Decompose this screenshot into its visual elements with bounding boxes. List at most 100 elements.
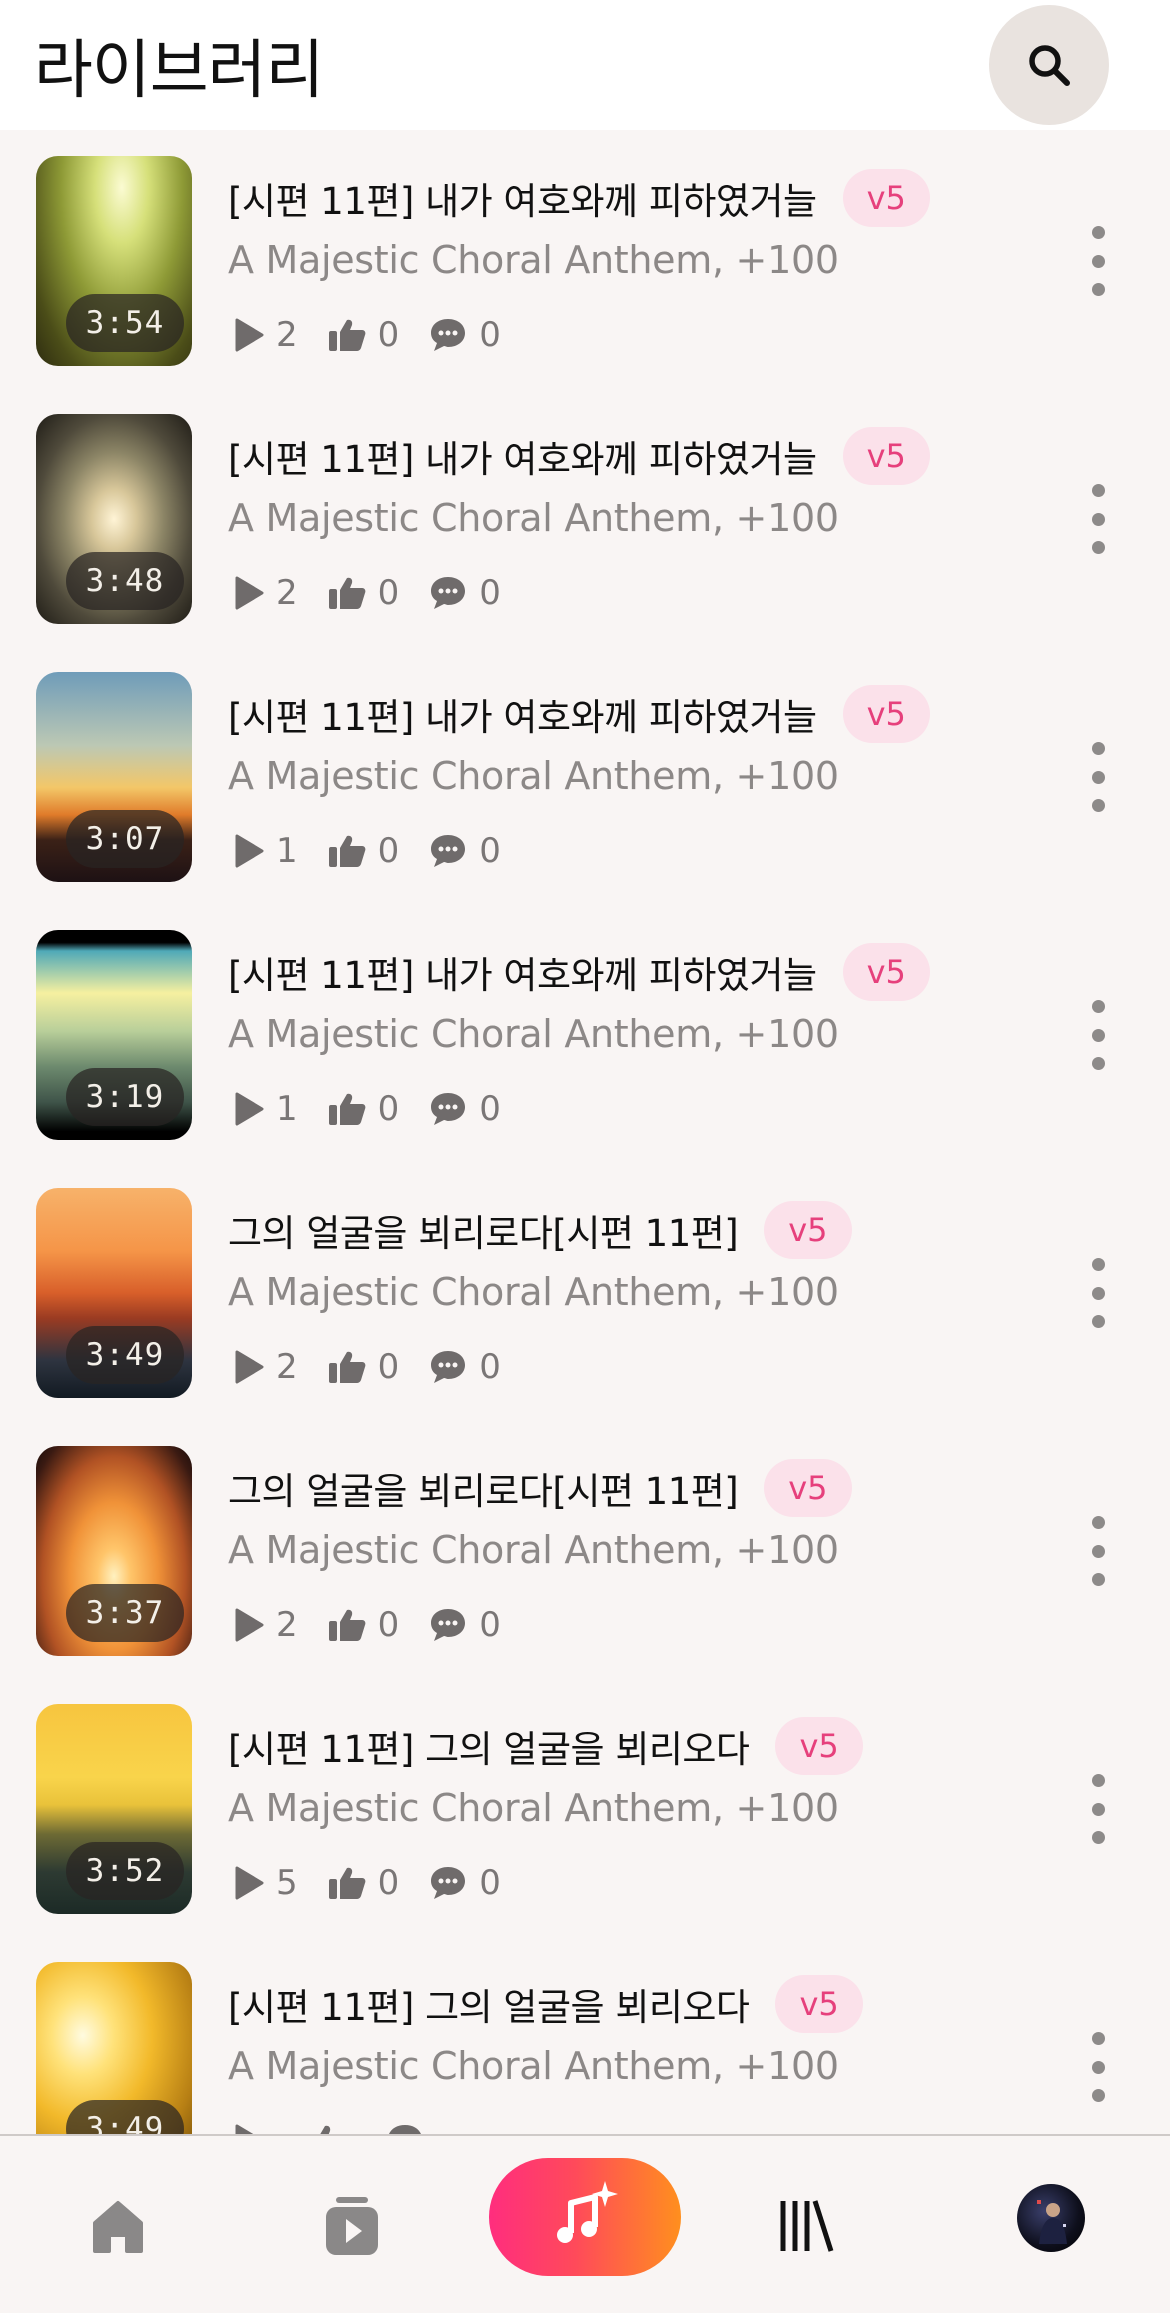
comment-count[interactable]: 0 xyxy=(429,1863,501,1903)
song-title[interactable]: [시편 11편] 내가 여호와께 피하였거늘 xyxy=(228,171,817,225)
thumbs-up-icon xyxy=(320,2125,331,2134)
song-cover-art[interactable]: 3:37 xyxy=(36,1446,192,1656)
like-count[interactable]: 0 xyxy=(328,315,399,355)
like-count[interactable]: 0 xyxy=(328,573,399,613)
more-options-button[interactable] xyxy=(1080,734,1116,820)
play-icon xyxy=(235,318,264,352)
comment-count[interactable] xyxy=(386,2123,436,2134)
thumbs-up-icon xyxy=(328,319,366,351)
library-icon xyxy=(780,2200,834,2252)
comment-count[interactable]: 0 xyxy=(429,831,501,871)
play-icon xyxy=(235,1608,264,1642)
bottom-navigation xyxy=(0,2134,1170,2313)
song-cover-art[interactable]: 3:52 xyxy=(36,1704,192,1914)
like-count-value: 0 xyxy=(377,1089,400,1129)
nav-playlists[interactable] xyxy=(312,2186,392,2266)
more-vertical-icon xyxy=(1091,2089,1105,2102)
song-title[interactable]: [시편 11편] 내가 여호와께 피하였거늘 xyxy=(228,429,817,483)
more-options-button[interactable] xyxy=(1080,1508,1116,1594)
play-count: 2 xyxy=(234,573,298,613)
more-options-button[interactable] xyxy=(1080,2024,1116,2110)
comment-icon xyxy=(431,319,466,351)
duration-badge: 3:49 xyxy=(66,1326,184,1384)
nav-library[interactable] xyxy=(766,2186,846,2266)
song-row[interactable]: 3:48 [시편 11편] 내가 여호와께 피하였거늘 v5 A Majesti… xyxy=(0,390,1170,648)
play-icon xyxy=(235,1092,264,1126)
more-vertical-icon xyxy=(1091,1516,1105,1529)
song-style-tags: A Majestic Choral Anthem, +100 xyxy=(228,754,839,798)
song-stats xyxy=(234,2116,466,2134)
more-vertical-icon xyxy=(1091,1000,1105,1013)
song-title[interactable]: 그의 얼굴을 뵈리로다[시편 11편] xyxy=(228,1461,739,1515)
title-line: [시편 11편] 내가 여호와께 피하였거늘 v5 xyxy=(228,685,930,743)
song-title[interactable]: [시편 11편] 그의 얼굴을 뵈리오다 xyxy=(228,1977,750,2031)
song-cover-art[interactable]: 3:49 xyxy=(36,1962,192,2134)
like-count[interactable]: 0 xyxy=(328,1089,400,1129)
search-button[interactable] xyxy=(989,5,1109,125)
title-line: [시편 11편] 그의 얼굴을 뵈리오다 v5 xyxy=(228,1975,863,2033)
title-line: 그의 얼굴을 뵈리로다[시편 11편] v5 xyxy=(228,1201,852,1259)
comment-count[interactable]: 0 xyxy=(429,315,501,355)
version-badge: v5 xyxy=(775,1975,863,2033)
like-count-value: 0 xyxy=(377,1605,400,1645)
comment-icon xyxy=(389,2125,421,2134)
more-vertical-icon xyxy=(1091,1258,1105,1271)
page-title: 라이브러리 xyxy=(34,34,324,108)
more-options-button[interactable] xyxy=(1080,476,1116,562)
more-vertical-icon xyxy=(1091,1573,1105,1586)
avatar-image xyxy=(1037,2200,1067,2244)
song-row[interactable]: 3:54 [시편 11편] 내가 여호와께 피하였거늘 v5 A Majesti… xyxy=(0,132,1170,390)
comment-count[interactable]: 0 xyxy=(429,1347,501,1387)
more-options-button[interactable] xyxy=(1080,992,1116,1078)
play-icon xyxy=(235,834,264,868)
more-vertical-icon xyxy=(1091,1831,1105,1844)
play-count xyxy=(234,2124,276,2134)
song-row[interactable]: 3:49 [시편 11편] 그의 얼굴을 뵈리오다 v5 A Majestic … xyxy=(0,1938,1170,2134)
comment-count[interactable]: 0 xyxy=(429,1089,501,1129)
version-badge: v5 xyxy=(764,1201,852,1259)
song-title[interactable]: [시편 11편] 내가 여호와께 피하였거늘 xyxy=(228,687,817,741)
comment-icon xyxy=(431,1093,466,1125)
more-options-button[interactable] xyxy=(1080,1766,1116,1852)
more-options-button[interactable] xyxy=(1080,1250,1116,1336)
create-music-button[interactable] xyxy=(489,2158,681,2276)
song-title[interactable]: [시편 11편] 그의 얼굴을 뵈리오다 xyxy=(228,1719,750,1773)
song-list[interactable]: 3:54 [시편 11편] 내가 여호와께 피하였거늘 v5 A Majesti… xyxy=(0,130,1170,2134)
song-stats: 2 0 0 xyxy=(234,1600,531,1650)
thumbs-up-icon xyxy=(328,835,366,867)
comment-count[interactable]: 0 xyxy=(429,573,501,613)
song-row[interactable]: 3:19 [시편 11편] 내가 여호와께 피하였거늘 v5 A Majesti… xyxy=(0,906,1170,1164)
more-vertical-icon xyxy=(1091,1544,1105,1558)
thumbs-up-icon xyxy=(328,1609,366,1641)
song-cover-art[interactable]: 3:19 xyxy=(36,930,192,1140)
like-count-value: 0 xyxy=(377,1347,400,1387)
song-title[interactable]: [시편 11편] 내가 여호와께 피하였거늘 xyxy=(228,945,817,999)
song-title[interactable]: 그의 얼굴을 뵈리로다[시편 11편] xyxy=(228,1203,739,1257)
like-count[interactable] xyxy=(306,2124,356,2134)
song-row[interactable]: 3:07 [시편 11편] 내가 여호와께 피하였거늘 v5 A Majesti… xyxy=(0,648,1170,906)
like-count[interactable]: 0 xyxy=(328,1605,400,1645)
song-row[interactable]: 3:49 그의 얼굴을 뵈리로다[시편 11편] v5 A Majestic C… xyxy=(0,1164,1170,1422)
like-count[interactable]: 0 xyxy=(328,1863,399,1903)
comment-count[interactable]: 0 xyxy=(429,1605,501,1645)
nav-home[interactable] xyxy=(78,2186,158,2266)
song-cover-art[interactable]: 3:07 xyxy=(36,672,192,882)
comment-icon xyxy=(431,1351,466,1383)
song-cover-art[interactable]: 3:48 xyxy=(36,414,192,624)
profile-avatar[interactable] xyxy=(1017,2184,1085,2252)
song-stats: 1 0 0 xyxy=(234,1084,531,1134)
song-cover-art[interactable]: 3:54 xyxy=(36,156,192,366)
song-stats: 2 0 0 xyxy=(234,1342,531,1392)
more-options-button[interactable] xyxy=(1080,218,1116,304)
duration-badge: 3:37 xyxy=(66,1584,184,1642)
song-cover-art[interactable]: 3:49 xyxy=(36,1188,192,1398)
song-row[interactable]: 3:52 [시편 11편] 그의 얼굴을 뵈리오다 v5 A Majestic … xyxy=(0,1680,1170,1938)
like-count[interactable]: 0 xyxy=(328,1347,400,1387)
song-style-tags: A Majestic Choral Anthem, +100 xyxy=(228,2044,839,2088)
title-line: [시편 11편] 내가 여호와께 피하였거늘 v5 xyxy=(228,427,930,485)
version-badge: v5 xyxy=(842,685,930,743)
song-row[interactable]: 3:37 그의 얼굴을 뵈리로다[시편 11편] v5 A Majestic C… xyxy=(0,1422,1170,1680)
like-count[interactable]: 0 xyxy=(328,831,399,871)
song-style-tags: A Majestic Choral Anthem, +100 xyxy=(228,1270,839,1314)
comment-count-value: 0 xyxy=(479,1089,501,1129)
